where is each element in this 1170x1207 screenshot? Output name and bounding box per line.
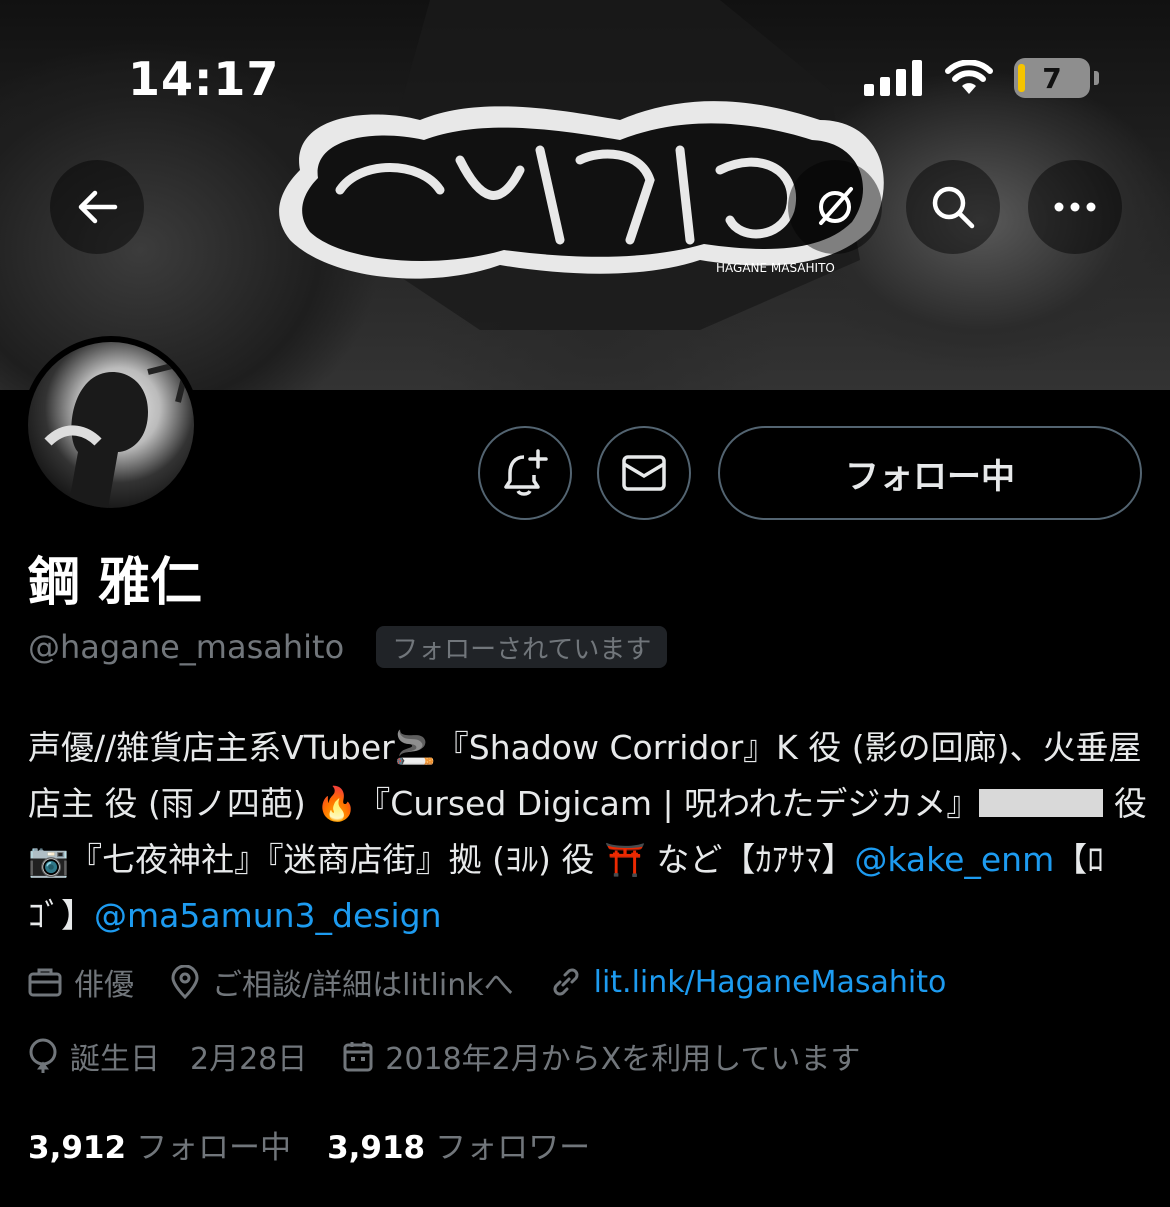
profession-item: 俳優	[28, 960, 134, 1004]
status-icons: 7	[864, 58, 1099, 98]
followers-count-link[interactable]: 3,918 フォロワー	[327, 1122, 590, 1167]
following-count-link[interactable]: 3,912 フォロー中	[28, 1122, 291, 1167]
website-item[interactable]: lit.link/HaganeMasahito	[550, 965, 947, 1000]
balloon-icon	[29, 1038, 57, 1073]
grok-button[interactable]	[788, 160, 882, 254]
battery-level: 7	[1042, 61, 1062, 95]
more-button[interactable]	[1028, 160, 1122, 254]
link-icon	[553, 968, 579, 996]
website-link[interactable]: lit.link/HaganeMasahito	[594, 965, 947, 1000]
notification-add-icon	[504, 449, 548, 496]
bio-text-1: 声優//雑貨店主系VTuber🚬『Shadow Corridor』K 役 (影の…	[28, 728, 1142, 823]
location-icon	[171, 965, 199, 999]
joined-text: 2018年2月からXを利用しています	[385, 1042, 861, 1077]
follows-you-badge: フォローされています	[376, 626, 668, 668]
back-button[interactable]	[50, 160, 144, 254]
follow-counts: 3,912 フォロー中 3,918 フォロワー	[28, 1122, 590, 1167]
redacted-block	[979, 789, 1104, 817]
birthday-text: 誕生日 2月28日	[70, 1042, 308, 1077]
profile-meta-row: 誕生日 2月28日 2018年2月からXを利用しています	[28, 1034, 896, 1078]
handle: @hagane_masahito	[28, 628, 345, 666]
profession-text: 俳優	[74, 968, 134, 1003]
calendar-icon	[343, 1042, 373, 1072]
joined-item: 2018年2月からXを利用しています	[343, 1034, 860, 1078]
more-icon	[1054, 202, 1096, 212]
banner-logo-text: HAGANE MASAHITO	[716, 261, 835, 275]
mention-link[interactable]: @kake_enm	[854, 840, 1054, 879]
search-button[interactable]	[906, 160, 1000, 254]
status-time: 14:17	[128, 52, 280, 106]
following-button[interactable]: フォロー中	[718, 426, 1142, 520]
birthday-item: 誕生日 2月28日	[28, 1034, 307, 1078]
followers-count: 3,918	[327, 1130, 426, 1166]
location-item: ご相談/詳細はlitlinkへ	[170, 960, 514, 1004]
mention-link[interactable]: @ma5amun3_design	[94, 896, 442, 935]
mail-icon	[622, 455, 666, 491]
briefcase-icon	[28, 968, 62, 997]
cellular-signal-icon	[864, 60, 922, 96]
location-text: ご相談/詳細はlitlinkへ	[212, 968, 514, 1003]
grok-icon	[819, 187, 853, 225]
back-arrow-icon	[78, 190, 118, 224]
avatar-image	[28, 342, 194, 508]
followers-label: フォロワー	[435, 1130, 591, 1166]
battery-icon: 7	[1014, 58, 1099, 98]
handle-row: @hagane_masahito フォローされています	[28, 626, 668, 668]
profile-meta-row: 俳優 ご相談/詳細はlitlinkへ lit.link/HaganeMasahi…	[28, 960, 982, 1004]
following-label: フォロー中	[136, 1130, 292, 1166]
profile-bio: 声優//雑貨店主系VTuber🚬『Shadow Corridor』K 役 (影の…	[28, 720, 1148, 944]
notifications-button[interactable]	[478, 426, 572, 520]
display-name: 鋼 雅仁	[28, 553, 203, 613]
avatar[interactable]	[22, 336, 200, 514]
search-icon	[932, 186, 975, 229]
message-button[interactable]	[597, 426, 691, 520]
wifi-icon	[945, 60, 993, 94]
following-count: 3,912	[28, 1130, 127, 1166]
